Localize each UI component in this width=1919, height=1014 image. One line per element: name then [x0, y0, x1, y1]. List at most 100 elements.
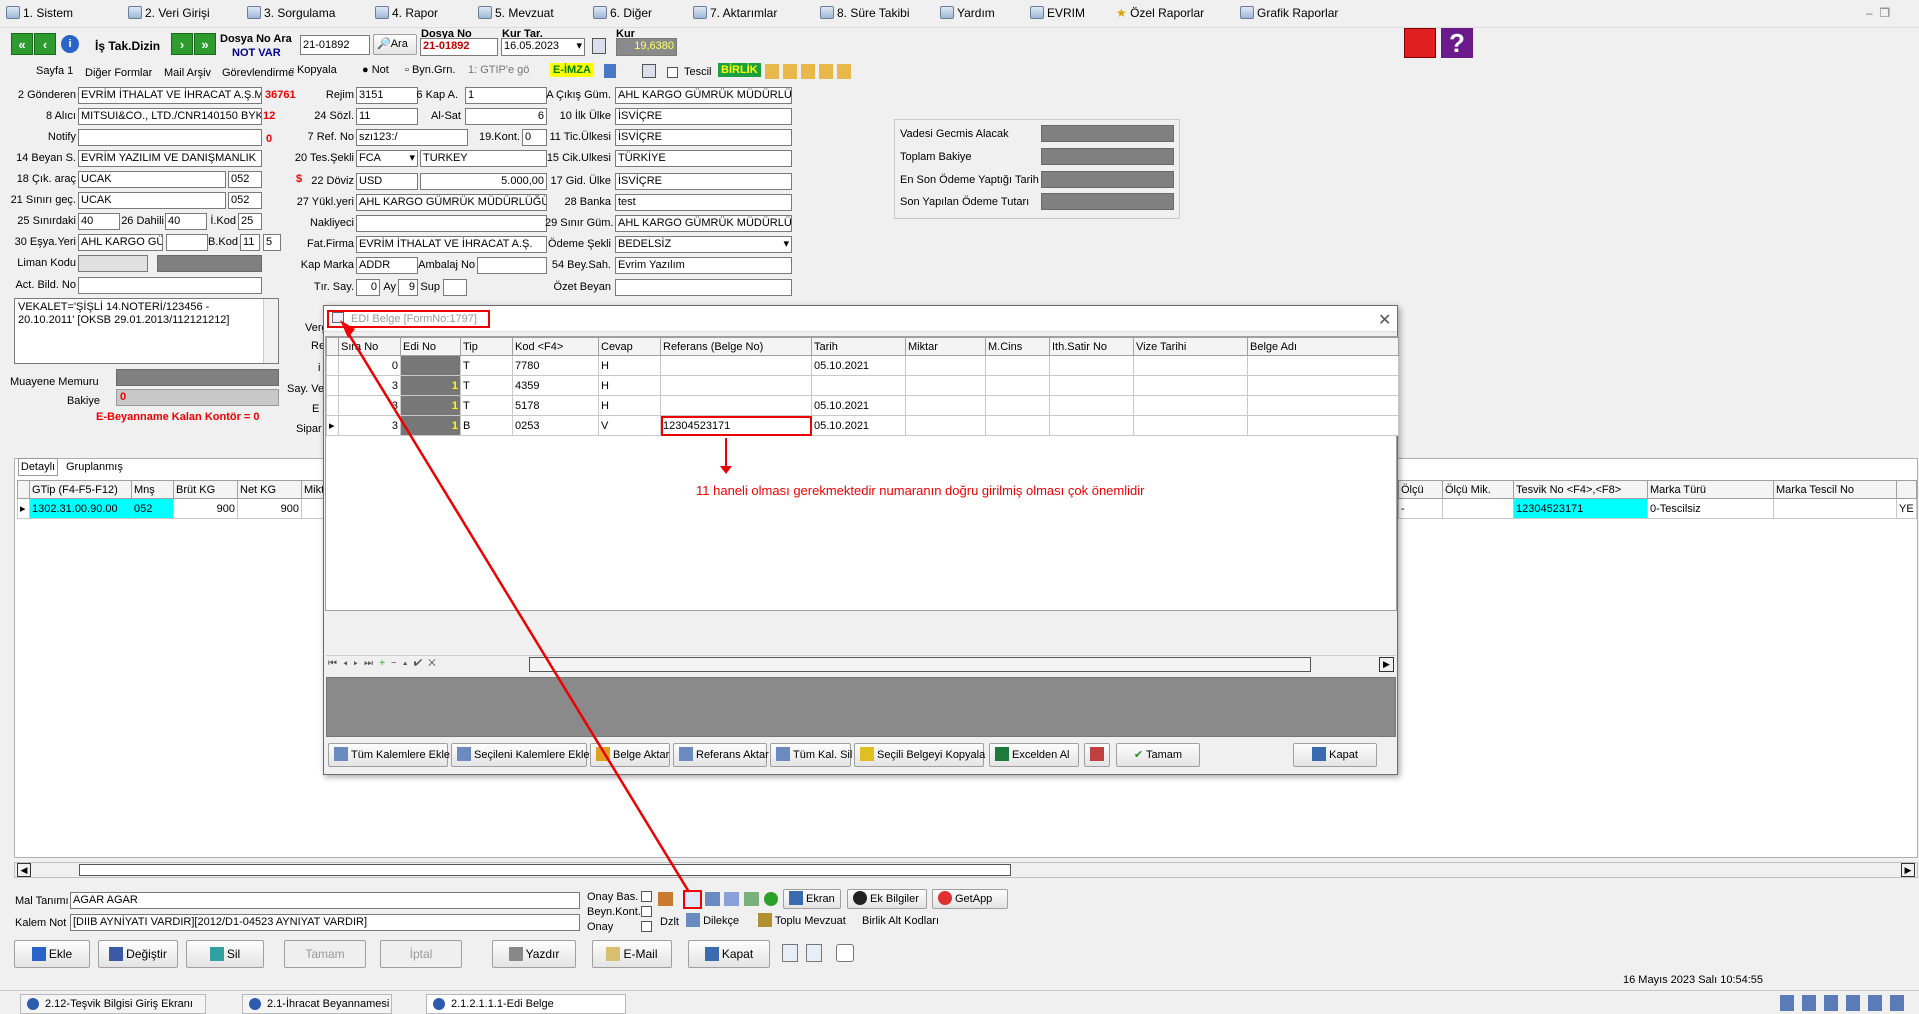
sil-button[interactable]: Sil: [186, 940, 264, 968]
byn-grn-button[interactable]: ▫ Byn.Grn.: [405, 64, 455, 76]
table-row[interactable]: 3 1 T 4359 H: [326, 375, 1399, 396]
gonderen-input[interactable]: EVRİM İTHALAT VE İHRACAT A.Ş.M: [78, 87, 262, 104]
menu-rapor[interactable]: 4. Rapor: [375, 6, 438, 20]
report-icon[interactable]: [806, 944, 822, 962]
table-row[interactable]: 0 T 7780 H 05.10.2021: [326, 355, 1399, 376]
report-icon[interactable]: [782, 944, 798, 962]
email-button[interactable]: E-Mail: [592, 940, 672, 968]
ekran-button[interactable]: Ekran: [783, 889, 841, 909]
alsat-input[interactable]: 6: [465, 108, 547, 125]
dosya-no-input[interactable]: 21-01892: [420, 38, 498, 56]
mal-tanimi-input[interactable]: AGAR AGAR: [70, 892, 580, 909]
menu-veri-girisi[interactable]: 2. Veri Girişi: [128, 6, 210, 20]
status-icons[interactable]: [1780, 995, 1910, 1011]
kapat-dialog-button[interactable]: Kapat: [1293, 743, 1377, 767]
go-icon[interactable]: [764, 892, 778, 906]
tab-mail-arsiv[interactable]: Mail Arşiv: [164, 67, 211, 79]
yazdir-button[interactable]: Yazdır: [492, 940, 576, 968]
sup-input[interactable]: [443, 279, 467, 296]
tool-icon[interactable]: [744, 892, 759, 906]
kap-marka-input[interactable]: ADDR: [356, 257, 418, 274]
menu-sistem[interactable]: 1. Sistem: [6, 6, 73, 20]
doviz-input[interactable]: USD: [356, 173, 418, 190]
bkod-input[interactable]: 11: [240, 234, 260, 251]
menu-evrim[interactable]: EVRIM: [1030, 6, 1085, 20]
dahili-input[interactable]: 40: [165, 213, 207, 230]
people-icon[interactable]: [658, 892, 673, 906]
menu-diger[interactable]: 6. Diğer: [593, 6, 652, 20]
kur-tar-input[interactable]: 16.05.2023 ▾: [501, 38, 585, 56]
odeme-sekli-select[interactable]: BEDELSİZ ▾: [615, 236, 792, 253]
scroll-right-icon[interactable]: ▶: [1901, 863, 1915, 877]
prev-record-icon[interactable]: ‹: [34, 33, 56, 55]
window-controls[interactable]: – ❐: [1866, 6, 1890, 20]
table-row[interactable]: 3 1 T 5178 H 05.10.2021: [326, 395, 1399, 416]
tum-kal-sil-button[interactable]: Tüm Kal. Sil: [770, 743, 852, 767]
cikis-gum-input[interactable]: AHL KARGO GÜMRÜK MÜDÜRLÜĞ: [615, 87, 792, 104]
sinir-gec-input[interactable]: UCAK: [78, 192, 226, 209]
tab-detayli[interactable]: Detaylı: [18, 458, 58, 476]
bey-sah-input[interactable]: Evrim Yazılım: [615, 257, 792, 274]
e-imza-button[interactable]: E-İMZA: [550, 63, 594, 77]
menu-sure-takibi[interactable]: 8. Süre Takibi: [820, 6, 910, 20]
tab-diger-formlar[interactable]: Diğer Formlar: [85, 67, 152, 79]
navigator-icons[interactable]: ⏮◂▸⏭+−▴✔✕: [328, 658, 442, 669]
birlik-alt-kodlari-button[interactable]: Birlik Alt Kodları: [862, 915, 939, 927]
beyn-kont-checkbox[interactable]: [641, 906, 652, 917]
is-tak-dizin-label[interactable]: İş Tak.Dizin: [95, 39, 160, 53]
birlik-button[interactable]: BİRLİK: [718, 63, 761, 77]
notify-input[interactable]: [78, 129, 262, 146]
toplu-mevzuat-button[interactable]: Toplu Mevzuat: [758, 913, 846, 927]
onay-checkbox[interactable]: [641, 921, 652, 932]
eraser-button[interactable]: [1084, 743, 1110, 767]
esya-yeri-extra[interactable]: [166, 234, 208, 251]
ilk-ulke-input[interactable]: İSVİÇRE: [615, 108, 792, 125]
tamam-button-disabled[interactable]: Tamam: [284, 940, 366, 968]
ozet-beyan-input[interactable]: [615, 279, 792, 296]
tab-gruplanmis[interactable]: Gruplanmış: [66, 461, 123, 473]
rejim-input[interactable]: 3151: [356, 87, 418, 104]
yukl-yeri-input[interactable]: AHL KARGO GÜMRÜK MÜDÜRLÜĞÜ: [356, 194, 547, 211]
memo-area[interactable]: [326, 677, 1396, 737]
secili-belgeyi-kopyala-button[interactable]: Seçili Belgeyi Kopyala: [854, 743, 985, 767]
vekalet-scrollbar[interactable]: [263, 299, 278, 363]
tool-icon[interactable]: [705, 892, 720, 906]
tic-ulkesi-input[interactable]: İSVİÇRE: [615, 129, 792, 146]
close-icon[interactable]: ✕: [1378, 310, 1391, 330]
kalem-not-input[interactable]: [DIIB AYNİYATI VARDIR][2012/D1-04523 AYN…: [70, 914, 580, 931]
tes-sekli-select[interactable]: FCA ▾: [356, 150, 418, 167]
window-tab-edi-belge[interactable]: 2.1.2.1.1.1-Edi Belge: [426, 994, 626, 1014]
tool-icon[interactable]: [724, 892, 739, 906]
getapp-button[interactable]: GetApp: [932, 889, 1008, 909]
menu-mevzuat[interactable]: 5. Mevzuat: [478, 6, 554, 20]
chevron-down-icon[interactable]: ▾: [576, 39, 582, 54]
dilekce-button[interactable]: Dilekçe: [686, 913, 739, 927]
tes-yeri-input[interactable]: TURKEY: [420, 150, 547, 167]
kont-input[interactable]: 0: [522, 129, 547, 146]
nakliyeci-input[interactable]: [356, 215, 547, 232]
horizontal-scrollbar[interactable]: ▶ ◀: [14, 862, 1918, 878]
table-row[interactable]: ▸ 1302.31.00.90.00 052 900 900: [17, 498, 342, 519]
tamam-button[interactable]: ✔ Tamam: [1116, 743, 1200, 767]
window-tab-ihracat[interactable]: 2.1-İhracat Beyannamesi: [242, 994, 392, 1014]
esya-yeri-input[interactable]: AHL KARGO GÜ: [78, 234, 163, 251]
kapat-button[interactable]: Kapat: [688, 940, 770, 968]
last-record-icon[interactable]: »: [194, 33, 216, 55]
tir-say-input[interactable]: 0: [356, 279, 380, 296]
vekalet-textarea[interactable]: VEKALET='ŞİŞLİ 14.NOTERİ/123456 - 20.10.…: [14, 298, 279, 364]
document-icon[interactable]: [642, 64, 656, 78]
cik-ulkesi-input[interactable]: TÜRKİYE: [615, 150, 792, 167]
table-row[interactable]: -12304523171 0-Tescilsiz YE: [1398, 498, 1917, 519]
sozl-input[interactable]: 11: [356, 108, 418, 125]
kap-input[interactable]: 1: [465, 87, 547, 104]
ikod-input[interactable]: 25: [238, 213, 262, 230]
scroll-right-icon[interactable]: ▶: [1379, 657, 1394, 672]
menu-aktarimlar[interactable]: 7. Aktarımlar: [693, 6, 777, 20]
calendar-icon[interactable]: [592, 38, 606, 54]
ekle-button[interactable]: Ekle: [14, 940, 90, 968]
folder-icons[interactable]: [765, 64, 855, 79]
sinir-gec-code[interactable]: 052: [228, 192, 262, 209]
ek-bilgiler-button[interactable]: Ek Bilgiler: [847, 889, 927, 909]
menu-yardim[interactable]: Yardım: [940, 6, 995, 20]
menu-sorgulama[interactable]: 3. Sorgulama: [247, 6, 335, 20]
